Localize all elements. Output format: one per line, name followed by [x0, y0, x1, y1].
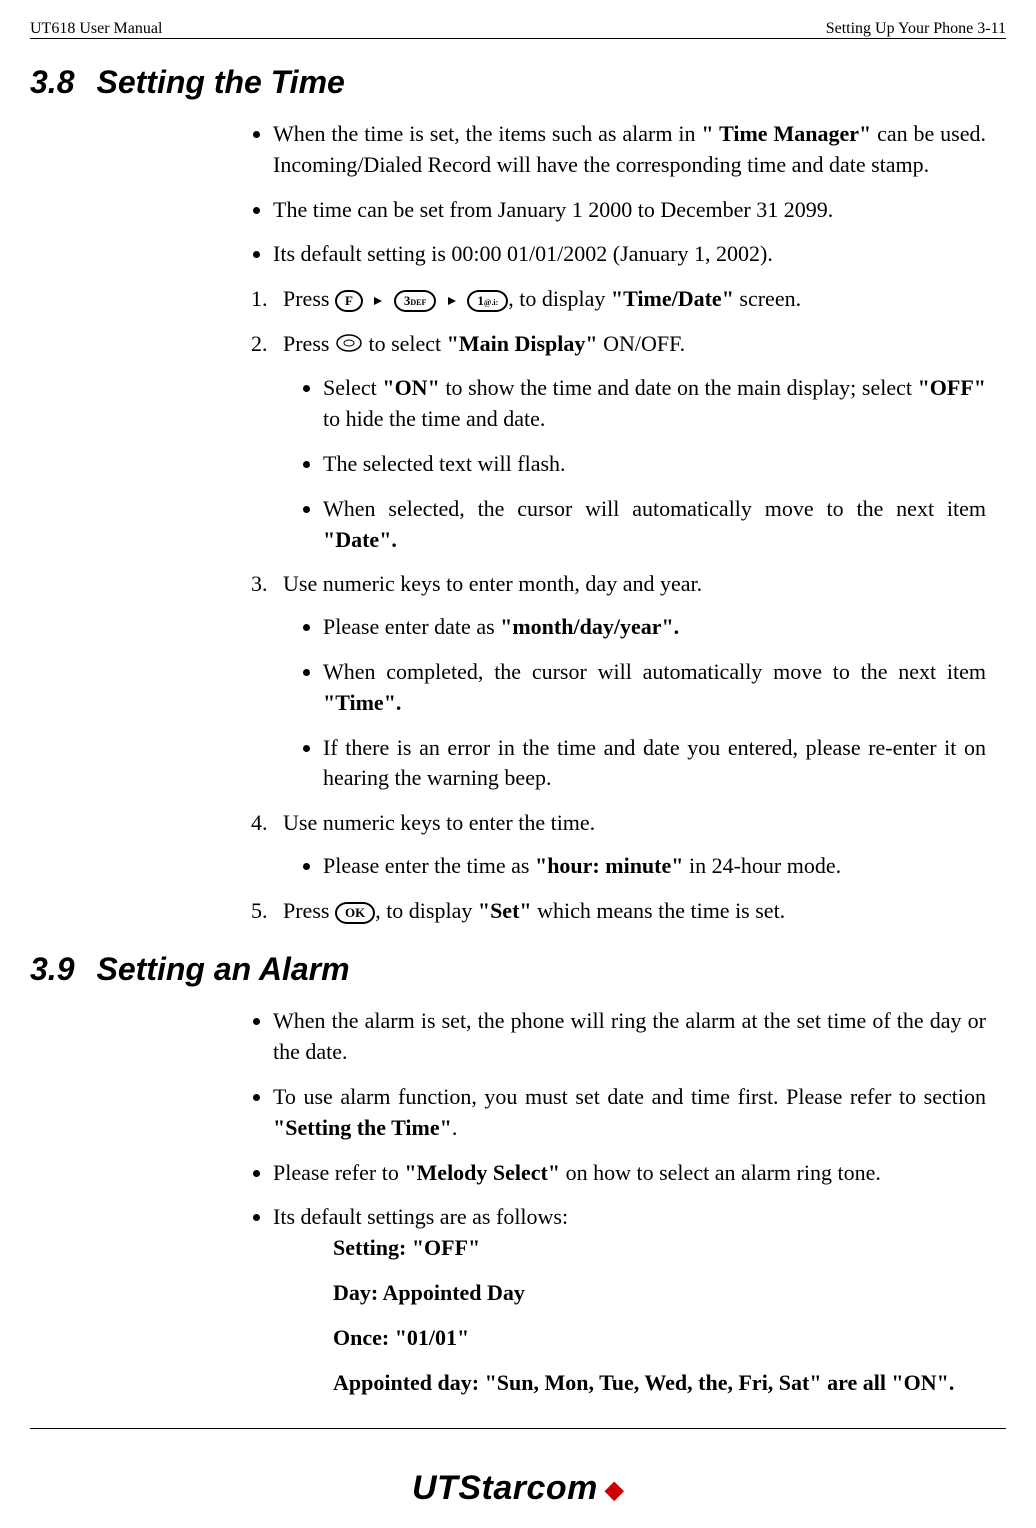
section-3-8-content: When the time is set, the items such as …: [245, 119, 986, 926]
heading-3-8-title: Setting the Time: [96, 64, 344, 100]
logo-ut: UT: [412, 1469, 458, 1507]
heading-3-9: 3.9 Setting an Alarm: [30, 951, 1006, 988]
sub-bullet-item: If there is an error in the time and dat…: [323, 733, 986, 795]
heading-3-9-number: 3.9: [30, 951, 74, 987]
step-item: Press OK, to display "Set" which means t…: [273, 896, 986, 927]
default-once: Once: "01/01": [333, 1323, 986, 1354]
page-location: Setting Up Your Phone 3-11: [826, 20, 1006, 38]
nav-key-icon: [335, 331, 363, 362]
page-header: UT618 User Manual Setting Up Your Phone …: [30, 20, 1006, 39]
arrow-right-icon: [372, 295, 384, 307]
sub-bullet-item: Please enter the time as "hour: minute" …: [323, 851, 986, 882]
logo-starcom: Starcom: [458, 1469, 598, 1507]
default-appointed: Appointed day: "Sun, Mon, Tue, Wed, the,…: [333, 1368, 986, 1399]
f-key-icon: F: [335, 290, 363, 312]
sub-bullet-item: Please enter date as "month/day/year".: [323, 612, 986, 643]
logo-dot-icon: ◆: [598, 1477, 624, 1504]
sub-bullet-item: The selected text will flash.: [323, 449, 986, 480]
bullet-item: To use alarm function, you must set date…: [273, 1082, 986, 1144]
heading-3-8-number: 3.8: [30, 64, 74, 100]
heading-3-9-title: Setting an Alarm: [96, 951, 349, 987]
manual-title: UT618 User Manual: [30, 20, 162, 38]
step-item: Press F 3DEF 1@.i:, to display "Time/Dat…: [273, 284, 986, 315]
section-3-9-content: When the alarm is set, the phone will ri…: [245, 1006, 986, 1398]
step-item: Press to select "Main Display" ON/OFF. S…: [273, 329, 986, 555]
footer-divider: [30, 1428, 1006, 1429]
default-day: Day: Appointed Day: [333, 1278, 986, 1309]
bullet-item: Please refer to "Melody Select" on how t…: [273, 1158, 986, 1189]
bullet-item: When the alarm is set, the phone will ri…: [273, 1006, 986, 1068]
sub-bullet-item: When selected, the cursor will automatic…: [323, 494, 986, 556]
footer-logo: UTStarcom ◆: [30, 1469, 1006, 1508]
bullet-item: When the time is set, the items such as …: [273, 119, 986, 181]
bullet-item: Its default settings are as follows: Set…: [273, 1202, 986, 1398]
sub-bullet-item: When completed, the cursor will automati…: [323, 657, 986, 719]
bullet-item: Its default setting is 00:00 01/01/2002 …: [273, 239, 986, 270]
sub-bullet-item: Select "ON" to show the time and date on…: [323, 373, 986, 435]
three-key-icon: 3DEF: [394, 290, 437, 312]
default-setting: Setting: "OFF": [333, 1233, 986, 1264]
step-item: Use numeric keys to enter month, day and…: [273, 569, 986, 794]
bullet-item: The time can be set from January 1 2000 …: [273, 195, 986, 226]
step-item: Use numeric keys to enter the time. Plea…: [273, 808, 986, 882]
one-key-icon: 1@.i:: [467, 290, 508, 312]
arrow-right-icon: [446, 295, 458, 307]
heading-3-8: 3.8 Setting the Time: [30, 64, 1006, 101]
ok-key-icon: OK: [335, 902, 375, 924]
